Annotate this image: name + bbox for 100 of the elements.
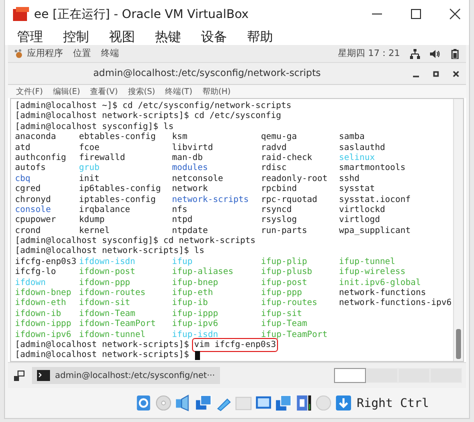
file-name: firewalld [79, 152, 126, 164]
file-name: ntpdate [172, 226, 209, 236]
file-name: cpupower [15, 215, 57, 226]
menu-item[interactable]: 视图 [109, 28, 135, 46]
menu-item[interactable]: 管理 [17, 28, 43, 46]
terminal-command: vim ifcfg-enp0s3 [194, 340, 276, 350]
file-name: network-scripts [172, 194, 250, 205]
menu-item[interactable]: 终端(T) [165, 86, 192, 97]
file-name: chronyd [15, 194, 52, 205]
file-name: ifdown [15, 278, 47, 288]
terminal-prompt: [admin@localhost network-scripts]$ [15, 111, 189, 122]
maximize-icon[interactable] [410, 8, 422, 20]
menu-item[interactable]: 文件(F) [16, 86, 43, 97]
terminal-command: ls [163, 122, 174, 132]
taskbar-button[interactable]: admin@localhost:/etc/sysconfig/net··· [32, 367, 220, 384]
file-name: console [15, 204, 52, 216]
file-name: smartmontools [339, 163, 407, 174]
top-bar-menu[interactable]: 终端 [101, 47, 119, 60]
terminal-command: cd /etc/sysconfig/network-scripts [122, 101, 292, 112]
windows-icon[interactable] [12, 368, 26, 382]
file-name: cbq [15, 174, 32, 184]
file-name: ifup-routes [261, 298, 318, 309]
file-name: network [172, 184, 209, 195]
windows-icon[interactable] [274, 394, 292, 412]
file-name: kernel [79, 226, 111, 236]
menu-item[interactable]: 帮助(H) [202, 86, 231, 97]
file-name: virtlogd [339, 215, 381, 226]
file-name: ebtables-config [79, 132, 157, 143]
file-name: rsyncd [261, 204, 293, 216]
terminal-icon [37, 370, 50, 381]
file-name: ifdown-TeamPort [79, 319, 157, 330]
app-logo-icon [13, 7, 29, 21]
volume-icon[interactable] [430, 48, 440, 58]
file-name: rpcbind [261, 184, 298, 195]
file-name: iptables-config [79, 194, 157, 205]
file-name: radvd [261, 142, 288, 153]
terminal-prompt: [admin@localhost sysconfig]$ [15, 236, 158, 246]
file-name: ifdown-routes [79, 288, 147, 298]
terminal-command: cd /etc/sysconfig [194, 111, 282, 122]
menu-item[interactable]: 设备 [201, 28, 227, 46]
workspace-tile[interactable] [334, 368, 366, 383]
file-name: ifup-plip [261, 256, 308, 268]
file-name: ifup-eth [172, 288, 214, 298]
window-title: ee [正在运行] - Oracle VM VirtualBox [34, 6, 250, 22]
terminal-prompt: [admin@localhost network-scripts]$ [15, 246, 189, 257]
menu-item[interactable]: 热键 [155, 28, 181, 46]
file-name: ifdown-ipv6 [15, 330, 72, 340]
terminal-prompt: [admin@localhost network-scripts]$ [15, 350, 189, 361]
file-name: ifdown-bnep [15, 288, 72, 298]
close-icon[interactable] [452, 70, 460, 78]
file-name: man-db [172, 152, 204, 164]
file-name: atd [15, 142, 32, 153]
file-name: ifdown-ppp [79, 278, 132, 288]
file-name: sysstat [339, 184, 376, 195]
menu-item[interactable]: 查看(V) [90, 86, 118, 97]
file-name: rdisc [261, 163, 288, 174]
file-name: rsyslog [261, 215, 298, 226]
file-name: ifup-ippp [172, 308, 220, 320]
scrollbar-thumb[interactable] [456, 329, 461, 359]
file-name: ifup-ib [172, 298, 209, 309]
file-name: run-parts [261, 226, 308, 236]
menu-item[interactable]: 搜索(S) [128, 86, 156, 97]
menu-item[interactable]: 编辑(E) [52, 86, 80, 97]
file-name: ifup-ppp [261, 288, 303, 298]
file-name: ifup [172, 256, 194, 268]
file-name: network-functions-ipv6 [339, 298, 453, 309]
file-name: libvirtd [172, 142, 214, 153]
menu-item[interactable]: 帮助 [247, 28, 273, 46]
file-name: nfs [172, 204, 188, 216]
file-name: network-functions [339, 288, 427, 298]
file-name: crond [15, 226, 42, 236]
file-name: ksm [172, 132, 188, 143]
file-name: ifdown-ippp [15, 319, 72, 330]
file-name: fcoe [79, 142, 100, 153]
terminal-command: ls [194, 246, 204, 257]
file-name: ip6tables-config [79, 184, 162, 195]
top-bar-menu[interactable]: 应用程序 [27, 47, 63, 60]
file-name: ifdown-tunnel [79, 330, 147, 340]
close-icon[interactable] [449, 8, 461, 20]
file-name: ifcfg-enp0s3 [15, 256, 78, 268]
maximize-icon[interactable] [432, 70, 440, 78]
file-name: ifup-sit [261, 308, 303, 320]
file-name: selinux [339, 152, 376, 164]
file-name: ifdown-Team [79, 308, 136, 320]
file-name: ifdown-post [79, 267, 136, 278]
file-name: grub [79, 163, 100, 174]
battery-icon[interactable] [450, 48, 460, 58]
file-name: ifup-post [261, 278, 308, 288]
terminal-title: admin@localhost:/etc/sysconfig/network-scripts [92, 68, 322, 79]
file-name: ifdown-isdn [79, 256, 136, 268]
clock[interactable]: 星期四 17：21 [338, 47, 400, 60]
top-bar-menu[interactable]: 位置 [73, 47, 91, 60]
file-name: ifup-isdn [172, 330, 220, 340]
terminal-command: cd network-scripts [163, 236, 256, 246]
file-name: ifup-TeamPort [261, 330, 329, 340]
file-name: ifdown-sit [79, 298, 132, 309]
file-name: ifcfg-lo [15, 267, 57, 278]
menu-item[interactable]: 控制 [63, 28, 89, 46]
file-name: ifup-Team [261, 319, 308, 330]
terminal-prompt: [admin@localhost sysconfig]$ [15, 122, 158, 132]
